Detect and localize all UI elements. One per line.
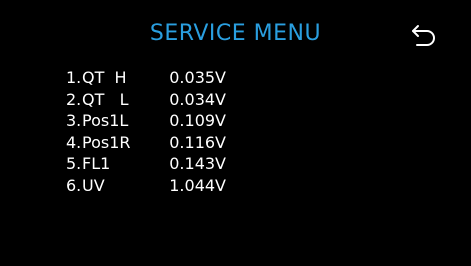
item-number: 5. <box>66 154 82 173</box>
page-title: SERVICE MENU <box>149 21 322 46</box>
item-number: 3. <box>66 111 82 130</box>
item-number: 2. <box>66 89 82 109</box>
item-label: QT L <box>82 89 129 109</box>
item-number: 1. <box>66 68 82 87</box>
item-value: 1.044V <box>169 175 226 195</box>
item-number: 4. <box>66 132 82 152</box>
item-label: Pos1R <box>82 132 131 152</box>
item-label: QT H <box>82 68 127 87</box>
item-number: 6. <box>66 175 82 195</box>
back-button[interactable] <box>409 22 439 48</box>
item-value: 0.143V <box>169 154 226 173</box>
item-value: 0.035V <box>169 68 226 87</box>
undo-arrow-icon <box>412 25 435 46</box>
item-value: 0.034V <box>169 89 226 109</box>
item-value: 0.109V <box>169 111 226 130</box>
item-label: Pos1L <box>82 111 129 130</box>
item-value: 0.116V <box>169 132 226 152</box>
service-menu-screen: SERVICE MENU 1. QT H 0.035V 2. QT L 0.03… <box>0 0 471 266</box>
item-label: UV <box>82 175 105 195</box>
item-label: FL1 <box>82 154 111 173</box>
